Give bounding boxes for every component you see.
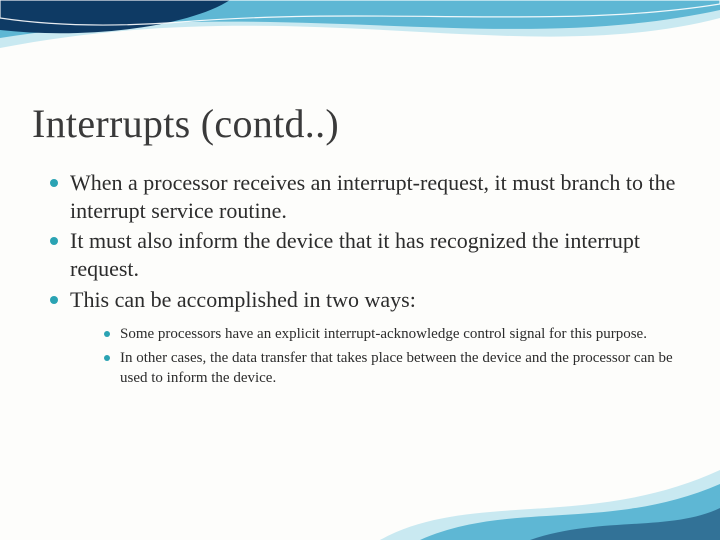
slide-title: Interrupts (contd..) bbox=[32, 100, 688, 147]
wave-decoration-bottom bbox=[380, 430, 720, 540]
content-area: Interrupts (contd..) When a processor re… bbox=[32, 100, 688, 393]
slide: Interrupts (contd..) When a processor re… bbox=[0, 0, 720, 540]
wave-decoration-top bbox=[0, 0, 720, 110]
bullet-item: When a processor receives an interrupt-r… bbox=[50, 169, 688, 225]
sub-bullet-item: In other cases, the data transfer that t… bbox=[104, 348, 688, 389]
main-bullet-list: When a processor receives an interrupt-r… bbox=[32, 169, 688, 389]
bullet-text: This can be accomplished in two ways: bbox=[70, 287, 416, 312]
bullet-item: This can be accomplished in two ways: So… bbox=[50, 286, 688, 389]
bullet-item: It must also inform the device that it h… bbox=[50, 227, 688, 283]
sub-bullet-text: In other cases, the data transfer that t… bbox=[120, 350, 673, 386]
sub-bullet-item: Some processors have an explicit interru… bbox=[104, 324, 688, 344]
sub-bullet-text: Some processors have an explicit interru… bbox=[120, 326, 647, 342]
sub-bullet-list: Some processors have an explicit interru… bbox=[70, 324, 688, 389]
bullet-text: When a processor receives an interrupt-r… bbox=[70, 170, 675, 223]
bullet-text: It must also inform the device that it h… bbox=[70, 228, 640, 281]
